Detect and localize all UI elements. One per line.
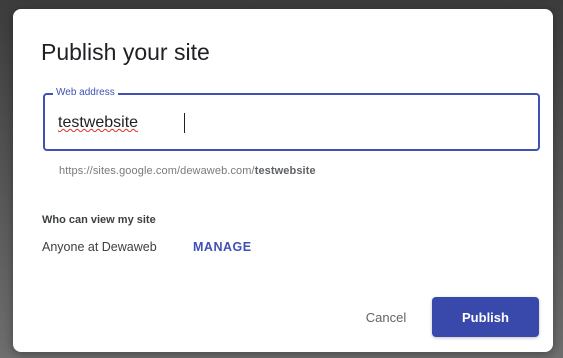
visibility-heading: Who can view my site — [42, 214, 156, 226]
manage-link[interactable]: MANAGE — [193, 240, 252, 254]
web-address-label: Web address — [53, 87, 118, 99]
web-address-field[interactable]: Web address — [43, 87, 540, 151]
cancel-button[interactable]: Cancel — [348, 298, 424, 336]
site-url-prefix: https://sites.google.com/dewaweb.com/ — [59, 165, 255, 177]
web-address-input[interactable] — [58, 111, 518, 135]
publish-dialog: Publish your site Web address https://si… — [13, 9, 553, 352]
publish-button[interactable]: Publish — [432, 297, 539, 337]
site-url-preview: https://sites.google.com/dewaweb.com/tes… — [59, 165, 316, 177]
text-caret — [184, 113, 185, 133]
visibility-audience: Anyone at Dewaweb — [42, 240, 157, 254]
site-url-slug: testwebsite — [254, 165, 316, 177]
dialog-title: Publish your site — [41, 39, 210, 65]
